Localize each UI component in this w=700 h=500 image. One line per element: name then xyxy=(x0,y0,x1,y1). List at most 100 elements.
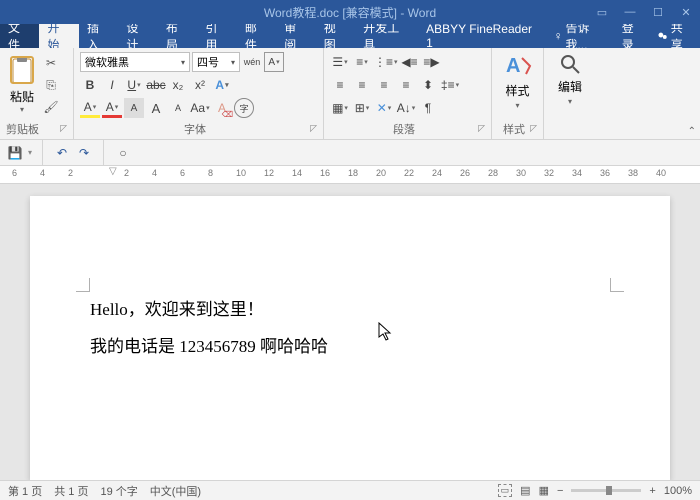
paste-label: 粘贴 xyxy=(10,88,34,105)
paragraph-launcher-icon[interactable]: ◸ xyxy=(478,123,485,134)
status-page-total[interactable]: 共 1 页 xyxy=(54,483,88,499)
edit-label: 编辑 xyxy=(558,78,582,95)
document-line-2[interactable]: 我的电话是 123456789 啊哈哈哈 xyxy=(90,328,610,365)
underline-button[interactable]: U xyxy=(124,75,144,95)
increase-indent-icon[interactable]: ≡▶ xyxy=(422,52,442,72)
ruler-mark: 22 xyxy=(404,168,414,178)
ruler-mark: 32 xyxy=(544,168,554,178)
ruler-mark: 30 xyxy=(516,168,526,178)
strikethrough-button[interactable]: abc xyxy=(146,75,166,95)
align-left-icon[interactable]: ≡ xyxy=(330,75,350,95)
font-launcher-icon[interactable]: ◸ xyxy=(310,123,317,134)
collapse-ribbon-icon[interactable]: ⌃ xyxy=(688,126,696,137)
zoom-in-icon[interactable]: + xyxy=(649,485,655,497)
cut-icon[interactable]: ✂ xyxy=(42,54,60,72)
font-size-combo[interactable]: 四号▾ xyxy=(192,52,240,72)
bullets-icon[interactable]: ☰ xyxy=(330,52,350,72)
group-font: 微软雅黑▾ 四号▾ wén A B I U abc x₂ x² A A A A … xyxy=(74,48,324,139)
tab-file[interactable]: 文件 xyxy=(0,24,39,48)
clear-format-icon[interactable]: A⌫ xyxy=(212,98,232,118)
char-border-icon[interactable]: A xyxy=(264,52,284,72)
styles-launcher-icon[interactable]: ◸ xyxy=(530,123,537,134)
view-print-layout-icon[interactable]: ▭ xyxy=(498,484,513,497)
tab-references[interactable]: 引用 xyxy=(197,24,236,48)
ruler-mark: 24 xyxy=(432,168,442,178)
phonetic-guide-icon[interactable]: wén xyxy=(242,52,262,72)
ruler-mark: 4 xyxy=(152,168,157,178)
ruler-mark: 12 xyxy=(264,168,274,178)
tab-review[interactable]: 审阅 xyxy=(276,24,315,48)
paste-button[interactable]: 粘贴 ▾ xyxy=(6,52,38,119)
superscript-button[interactable]: x² xyxy=(190,75,210,95)
change-case-icon[interactable]: Aa xyxy=(190,98,210,118)
font-color-icon[interactable]: A xyxy=(102,98,122,118)
shrink-font-icon[interactable]: A xyxy=(168,98,188,118)
justify-icon[interactable]: ≡ xyxy=(396,75,416,95)
shading-icon[interactable]: ▦ xyxy=(330,98,350,118)
touch-mode-icon[interactable]: ○ xyxy=(114,144,132,162)
undo-icon[interactable]: ↶ xyxy=(53,144,71,162)
edit-button[interactable]: 编辑 ▾ xyxy=(550,52,590,106)
styles-button[interactable]: A 样式 ▾ xyxy=(498,52,537,110)
italic-button[interactable]: I xyxy=(102,75,122,95)
enclose-char-icon[interactable]: 字 xyxy=(234,98,254,118)
clipboard-launcher-icon[interactable]: ◸ xyxy=(60,123,67,134)
status-bar: 第 1 页 共 1 页 19 个字 中文(中国) ▭ ▤ ▦ − + 100% xyxy=(0,480,700,500)
ruler-mark: 38 xyxy=(628,168,638,178)
ruler-mark: 34 xyxy=(572,168,582,178)
tab-mail[interactable]: 邮件 xyxy=(237,24,276,48)
tab-abbyy[interactable]: ABBYY FineReader 1 xyxy=(418,24,547,48)
status-page-section[interactable]: 第 1 页 xyxy=(8,483,42,499)
highlight-icon[interactable]: A xyxy=(80,98,100,118)
document-page[interactable]: Hello，欢迎来到这里！ 我的电话是 123456789 啊哈哈哈 xyxy=(30,196,670,480)
maximize-icon[interactable]: ☐ xyxy=(644,0,672,24)
numbering-icon[interactable]: ≡ xyxy=(352,52,372,72)
ribbon: 粘贴 ▾ ✂ ⎘ 🖌 剪贴板◸ 微软雅黑▾ 四号▾ wén A B I U ab xyxy=(0,48,700,140)
char-shading-icon[interactable]: A xyxy=(124,98,144,118)
zoom-level[interactable]: 100% xyxy=(664,485,692,497)
svg-text:A: A xyxy=(506,55,520,77)
subscript-button[interactable]: x₂ xyxy=(168,75,188,95)
styles-icon: A xyxy=(504,52,532,80)
grow-font-icon[interactable]: A xyxy=(146,98,166,118)
asian-layout-icon[interactable]: ✕ xyxy=(374,98,394,118)
horizontal-ruler[interactable]: ▽ 64224681012141618202224262830323436384… xyxy=(0,166,700,184)
decrease-indent-icon[interactable]: ◀≡ xyxy=(400,52,420,72)
zoom-slider[interactable] xyxy=(571,489,641,492)
sort-icon[interactable]: A↓ xyxy=(396,98,416,118)
paste-icon xyxy=(6,52,38,88)
tab-design[interactable]: 设计 xyxy=(118,24,157,48)
align-center-icon[interactable]: ≡ xyxy=(352,75,372,95)
bold-button[interactable]: B xyxy=(80,75,100,95)
ruler-mark: 26 xyxy=(460,168,470,178)
format-painter-icon[interactable]: 🖌 xyxy=(42,98,60,116)
minimize-icon[interactable]: — xyxy=(616,0,644,24)
tab-view[interactable]: 视图 xyxy=(316,24,355,48)
tab-layout[interactable]: 布局 xyxy=(158,24,197,48)
view-read-icon[interactable]: ▤ xyxy=(520,484,530,497)
multilevel-icon[interactable]: ⋮≡ xyxy=(374,52,398,72)
borders-icon[interactable]: ⊞ xyxy=(352,98,372,118)
zoom-out-icon[interactable]: − xyxy=(557,485,563,497)
status-word-count[interactable]: 19 个字 xyxy=(100,483,137,499)
view-web-icon[interactable]: ▦ xyxy=(539,484,549,497)
copy-icon[interactable]: ⎘ xyxy=(42,76,60,94)
group-paragraph: ☰ ≡ ⋮≡ ◀≡ ≡▶ ≡ ≡ ≡ ≡ ⬍ ‡≡ ▦ ⊞ ✕ A↓ ¶ xyxy=(324,48,492,139)
font-name-combo[interactable]: 微软雅黑▾ xyxy=(80,52,190,72)
tab-home[interactable]: 开始 xyxy=(39,24,78,48)
show-marks-icon[interactable]: ¶ xyxy=(418,98,438,118)
align-right-icon[interactable]: ≡ xyxy=(374,75,394,95)
redo-icon[interactable]: ↷ xyxy=(75,144,93,162)
line-spacing-icon[interactable]: ‡≡ xyxy=(440,75,460,95)
save-icon[interactable]: 💾 xyxy=(6,144,24,162)
status-language[interactable]: 中文(中国) xyxy=(150,483,201,499)
distribute-icon[interactable]: ⬍ xyxy=(418,75,438,95)
styles-label: 样式 xyxy=(505,82,529,99)
close-icon[interactable]: ✕ xyxy=(672,0,700,24)
tab-insert[interactable]: 插入 xyxy=(79,24,118,48)
ribbon-display-icon[interactable]: ▭ xyxy=(588,0,616,24)
text-effects-icon[interactable]: A xyxy=(212,75,232,95)
window-title: Word教程.doc [兼容模式] - Word xyxy=(264,4,436,21)
tab-developer[interactable]: 开发工具 xyxy=(355,24,418,48)
document-line-1[interactable]: Hello，欢迎来到这里！ xyxy=(90,291,610,328)
